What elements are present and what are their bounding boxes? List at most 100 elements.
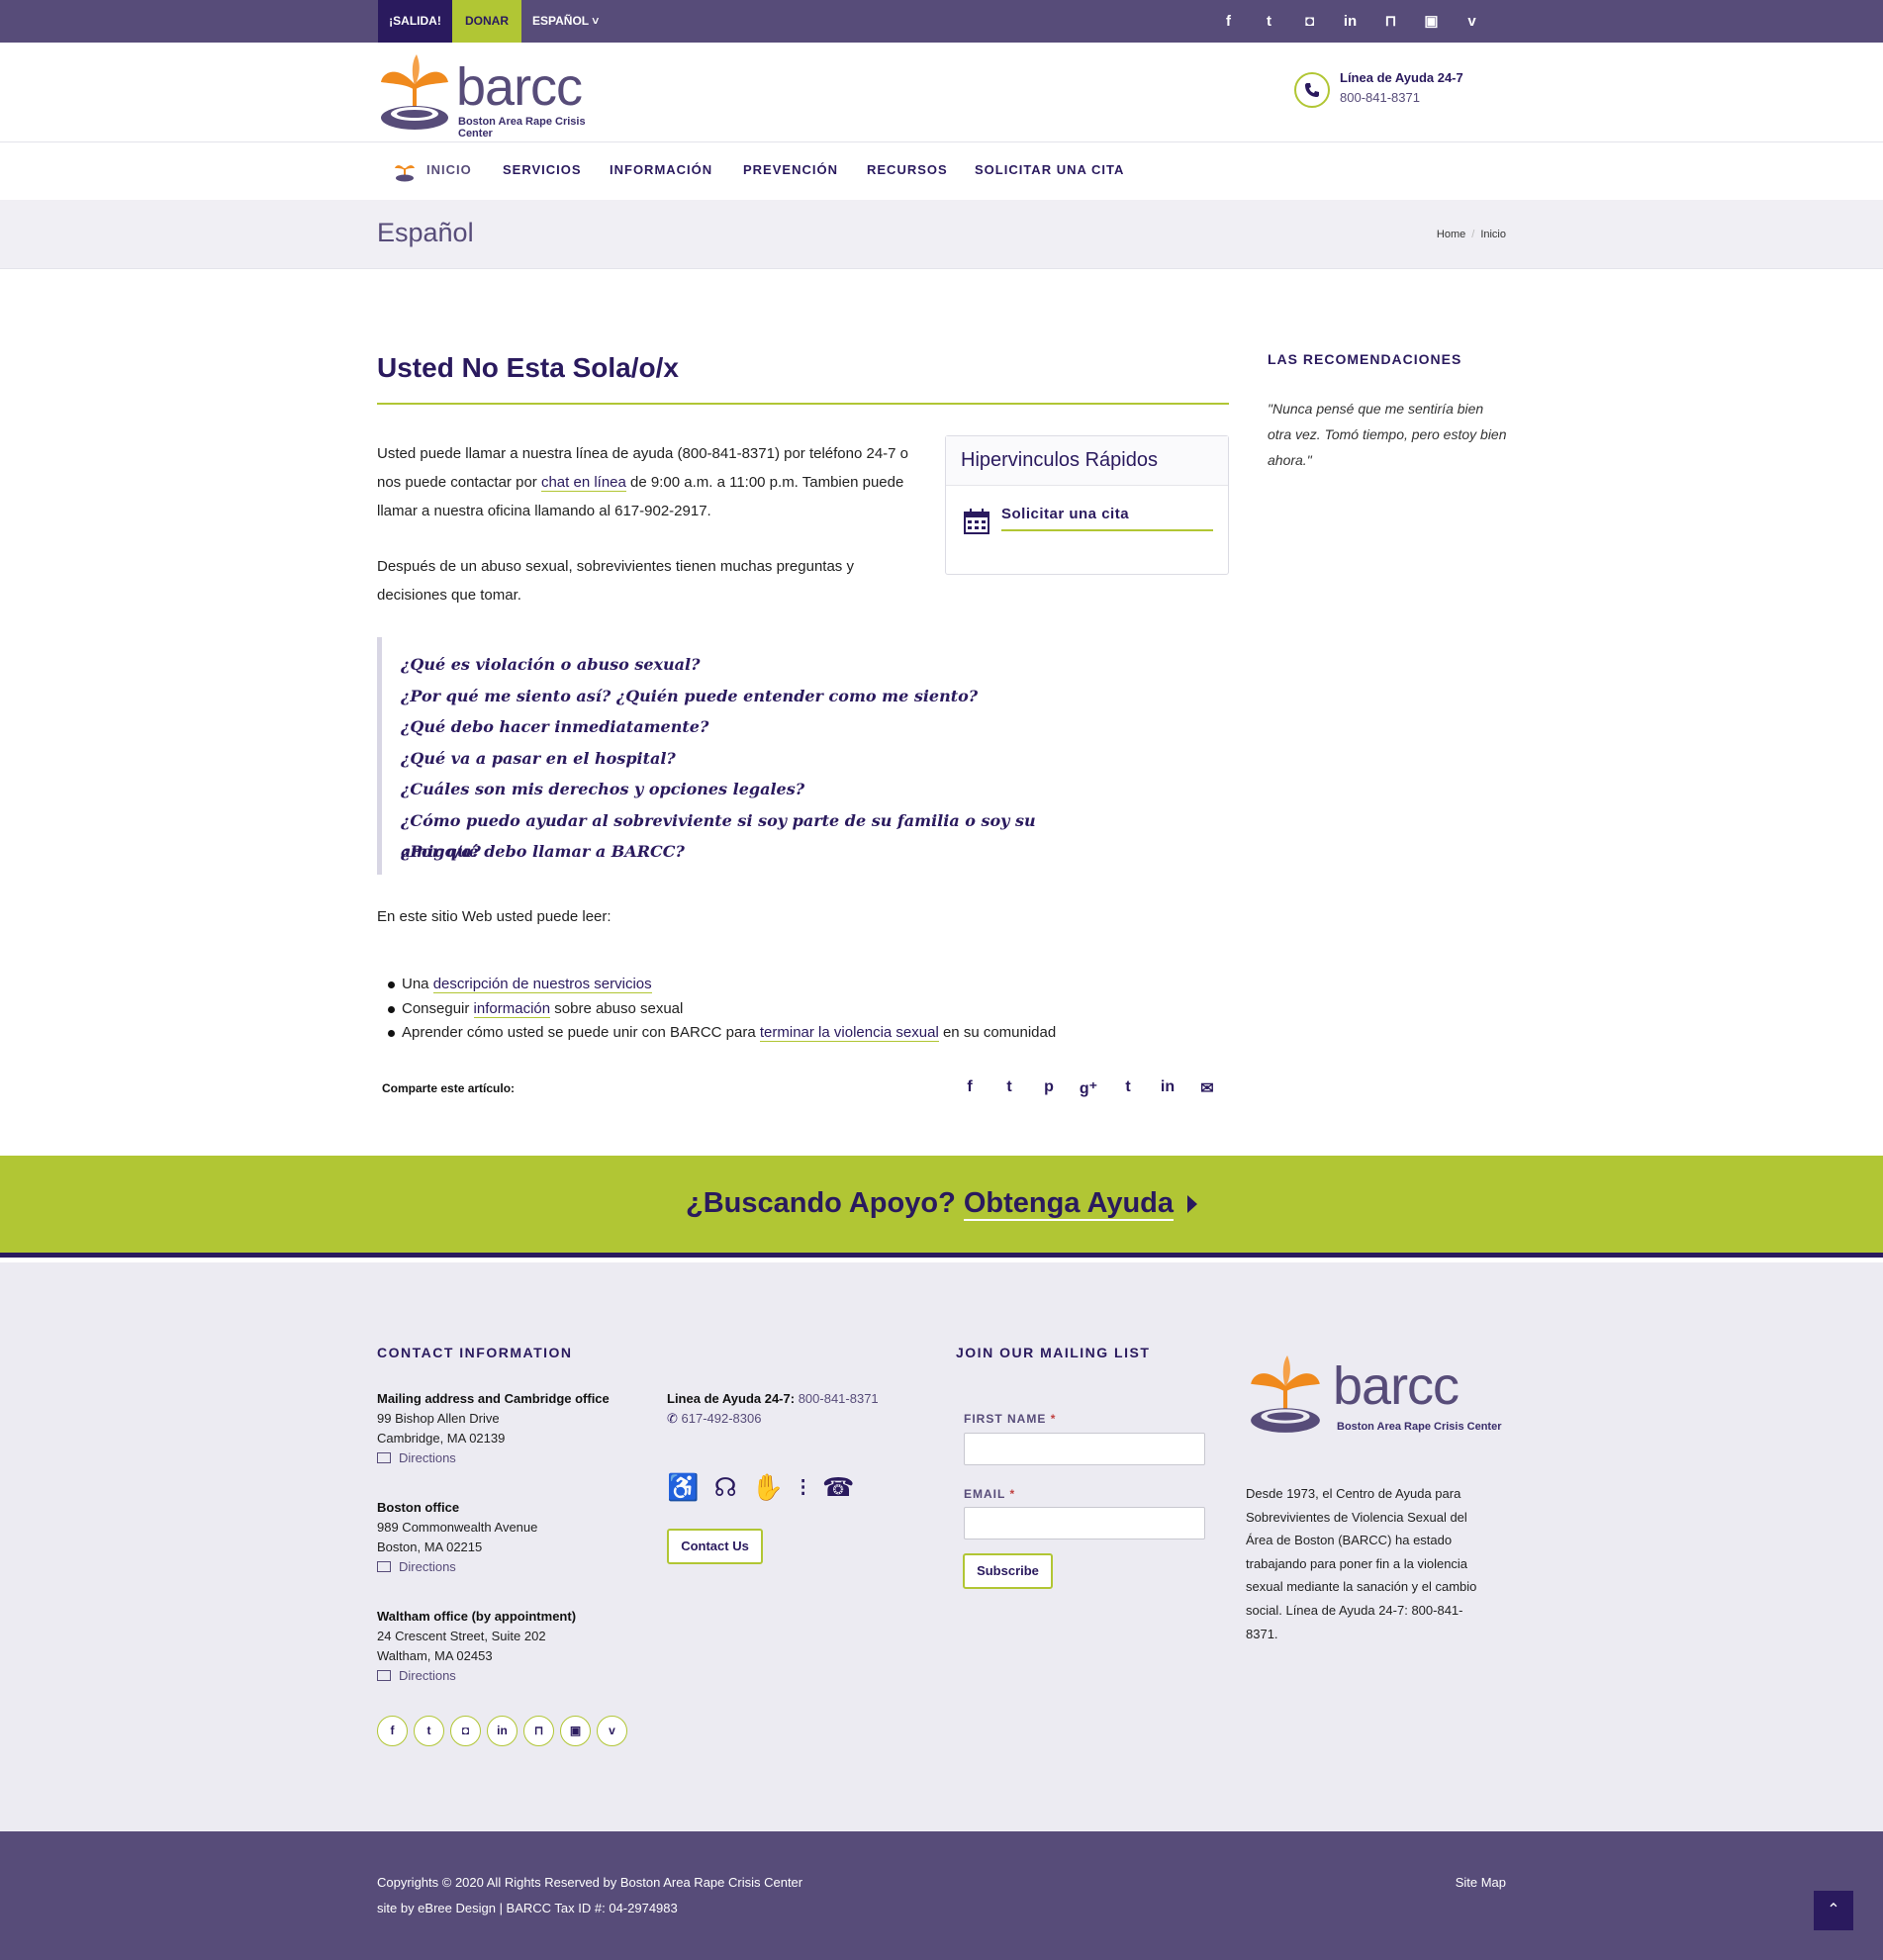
contact-us-button[interactable]: Contact Us — [667, 1529, 763, 1564]
office-waltham: Waltham office (by appointment) 24 Cresc… — [377, 1607, 576, 1686]
site-logo[interactable]: barcc Boston Area Rape Crisis Center — [377, 54, 614, 140]
phone-icon: ✆ — [667, 1411, 682, 1426]
title-divider — [377, 403, 1229, 405]
office-address-line: 24 Crescent Street, Suite 202 — [377, 1629, 546, 1643]
linkedin-icon[interactable]: in — [487, 1716, 518, 1746]
map-icon — [377, 1561, 391, 1572]
share-tumblr-icon[interactable]: t — [1108, 1078, 1148, 1098]
home-sprout-icon — [395, 165, 415, 182]
email-field[interactable] — [964, 1507, 1205, 1540]
online-chat-link[interactable]: chat en línea — [540, 474, 626, 492]
quick-link-solicitar-cita[interactable]: Solicitar una cita — [1001, 506, 1213, 531]
main-navigation: INICIO SERVICIOS INFORMACIÓN PREVENCIÓN … — [0, 142, 1883, 200]
instagram-icon[interactable]: ◘ — [1289, 0, 1330, 43]
list-item: Una descripción de nuestros servicios — [377, 973, 1056, 997]
subscribe-button[interactable]: Subscribe — [963, 1553, 1053, 1589]
email-label: EMAIL * — [964, 1487, 1015, 1501]
map-icon — [377, 1452, 391, 1463]
footer-helpline-number[interactable]: 800-841-8371 — [799, 1391, 879, 1406]
office-boston: Boston office 989 Commonwealth Avenue Bo… — [377, 1498, 537, 1577]
share-twitter-icon[interactable]: t — [989, 1078, 1029, 1098]
directions-link[interactable]: Directions — [377, 1450, 456, 1465]
share-google-plus-icon[interactable]: g⁺ — [1069, 1078, 1108, 1098]
share-linkedin-icon[interactable]: in — [1148, 1078, 1187, 1098]
helpline-contact[interactable]: Línea de Ayuda 24-7 800-841-8371 — [1294, 68, 1492, 112]
youtube-icon[interactable]: ▣ — [560, 1716, 591, 1746]
donate-button[interactable]: DONAR — [452, 0, 521, 43]
helpline-number[interactable]: 800-841-8371 — [1340, 90, 1420, 105]
footer-helpline-label: Linea de Ayuda 24-7: — [667, 1391, 796, 1406]
office-name: Boston office — [377, 1500, 460, 1515]
topbar-social-links: f t ◘ in ⊓ ▣ v — [1208, 0, 1492, 43]
about-text: Desde 1973, el Centro de Ayuda para Sobr… — [1246, 1486, 1477, 1641]
question-link[interactable]: ¿Cómo puedo ayudar al sobreviviente si s… — [401, 805, 1070, 862]
question-link[interactable]: ¿Qué va a pasar en el hospital? — [401, 743, 1070, 775]
page-title-bar: Español Home / Inicio — [0, 200, 1883, 269]
nav-item-solicitar-cita[interactable]: SOLICITAR UNA CITA — [975, 162, 1124, 177]
office-name: Waltham office (by appointment) — [377, 1609, 577, 1624]
copyright-bar: Copyrights © 2020 All Rights Reserved by… — [0, 1831, 1883, 1960]
end-violence-link[interactable]: terminar la violencia sexual — [759, 1024, 939, 1042]
contact-info-title: CONTACT INFORMATION — [377, 1345, 573, 1360]
footer-office-phone[interactable]: 617-492-8306 — [682, 1411, 762, 1426]
vimeo-icon[interactable]: v — [597, 1716, 627, 1746]
bookmark-icon[interactable]: ⊓ — [523, 1716, 554, 1746]
site-header: barcc Boston Area Rape Crisis Center Lín… — [0, 43, 1883, 142]
linkedin-icon[interactable]: in — [1330, 0, 1370, 43]
services-description-link[interactable]: descripción de nuestros servicios — [432, 976, 652, 993]
facebook-icon[interactable]: f — [377, 1716, 408, 1746]
question-link[interactable]: ¿Qué es violación o abuso sexual? — [401, 649, 1070, 681]
question-link[interactable]: ¿Por qué debo llamar a BARCC? — [401, 836, 1070, 868]
breadcrumb-home[interactable]: Home — [1437, 229, 1465, 240]
first-name-field[interactable] — [964, 1433, 1205, 1465]
accessibility-icons: ♿ ☊ ✋ ⁝ ☎ — [667, 1472, 859, 1502]
footer-social-links: f t ◘ in ⊓ ▣ v — [377, 1716, 633, 1746]
twitter-icon[interactable]: t — [1249, 0, 1289, 43]
directions-link[interactable]: Directions — [377, 1668, 456, 1683]
back-to-top-button[interactable]: ⌃ — [1814, 1891, 1853, 1930]
office-address-line: Waltham, MA 02453 — [377, 1648, 493, 1663]
share-facebook-icon[interactable]: f — [950, 1078, 989, 1098]
question-link[interactable]: ¿Qué debo hacer inmediatamente? — [401, 711, 1070, 743]
question-link[interactable]: ¿Por qué me siento así? ¿Quién puede ent… — [401, 681, 1070, 712]
share-pinterest-icon[interactable]: p — [1029, 1078, 1069, 1098]
share-email-icon[interactable]: ✉ — [1187, 1078, 1227, 1098]
language-dropdown[interactable]: ESPAÑOL ˅ — [532, 0, 602, 43]
youtube-icon[interactable]: ▣ — [1411, 0, 1452, 43]
facebook-icon[interactable]: f — [1208, 0, 1249, 43]
nav-item-recursos[interactable]: RECURSOS — [867, 162, 948, 177]
mailing-list-title: JOIN OUR MAILING LIST — [956, 1345, 1151, 1360]
site-reading-intro: En este sitio Web usted puede leer: — [377, 908, 612, 925]
office-cambridge: Mailing address and Cambridge office 99 … — [377, 1389, 610, 1468]
list-item-text: Conseguir — [402, 999, 474, 1017]
information-link[interactable]: información — [473, 999, 551, 1018]
get-help-link[interactable]: Obtenga Ayuda — [963, 1187, 1175, 1221]
list-item: Conseguir información sobre abuso sexual — [377, 997, 1056, 1022]
list-item-text: Una — [402, 976, 433, 992]
exit-button[interactable]: ¡SALIDA! — [378, 0, 452, 43]
intro-paragraph-2: Después de un abuso sexual, sobrevivient… — [377, 558, 854, 604]
nav-item-informacion[interactable]: INFORMACIÓN — [610, 162, 712, 177]
nav-item-servicios[interactable]: SERVICIOS — [503, 162, 582, 177]
bookmark-icon[interactable]: ⊓ — [1370, 0, 1411, 43]
vimeo-icon[interactable]: v — [1452, 0, 1492, 43]
question-link[interactable]: ¿Cuáles son mis derechos y opciones lega… — [401, 774, 1070, 805]
footer-logo: barcc Boston Area Rape Crisis Center — [1246, 1355, 1503, 1437]
calendar-icon — [964, 509, 989, 534]
sitemap-link[interactable]: Site Map — [1456, 1875, 1506, 1890]
email-label-text: EMAIL — [964, 1487, 1006, 1501]
directions-label: Directions — [399, 1668, 456, 1683]
office-name: Mailing address and Cambridge office — [377, 1391, 610, 1406]
footer — [0, 1262, 1883, 1831]
quick-links-title: Hipervinculos Rápidos — [946, 436, 1228, 486]
instagram-icon[interactable]: ◘ — [450, 1716, 481, 1746]
testimonials-title: LAS RECOMENDACIONES — [1268, 351, 1462, 367]
office-address-line: Cambridge, MA 02139 — [377, 1431, 506, 1446]
directions-link[interactable]: Directions — [377, 1559, 456, 1574]
nav-item-inicio[interactable]: INICIO — [426, 162, 472, 177]
map-icon — [377, 1670, 391, 1681]
phone-icon — [1294, 72, 1330, 108]
twitter-icon[interactable]: t — [414, 1716, 444, 1746]
required-marker: * — [1050, 1412, 1057, 1426]
nav-item-prevencion[interactable]: PREVENCIÓN — [743, 162, 838, 177]
